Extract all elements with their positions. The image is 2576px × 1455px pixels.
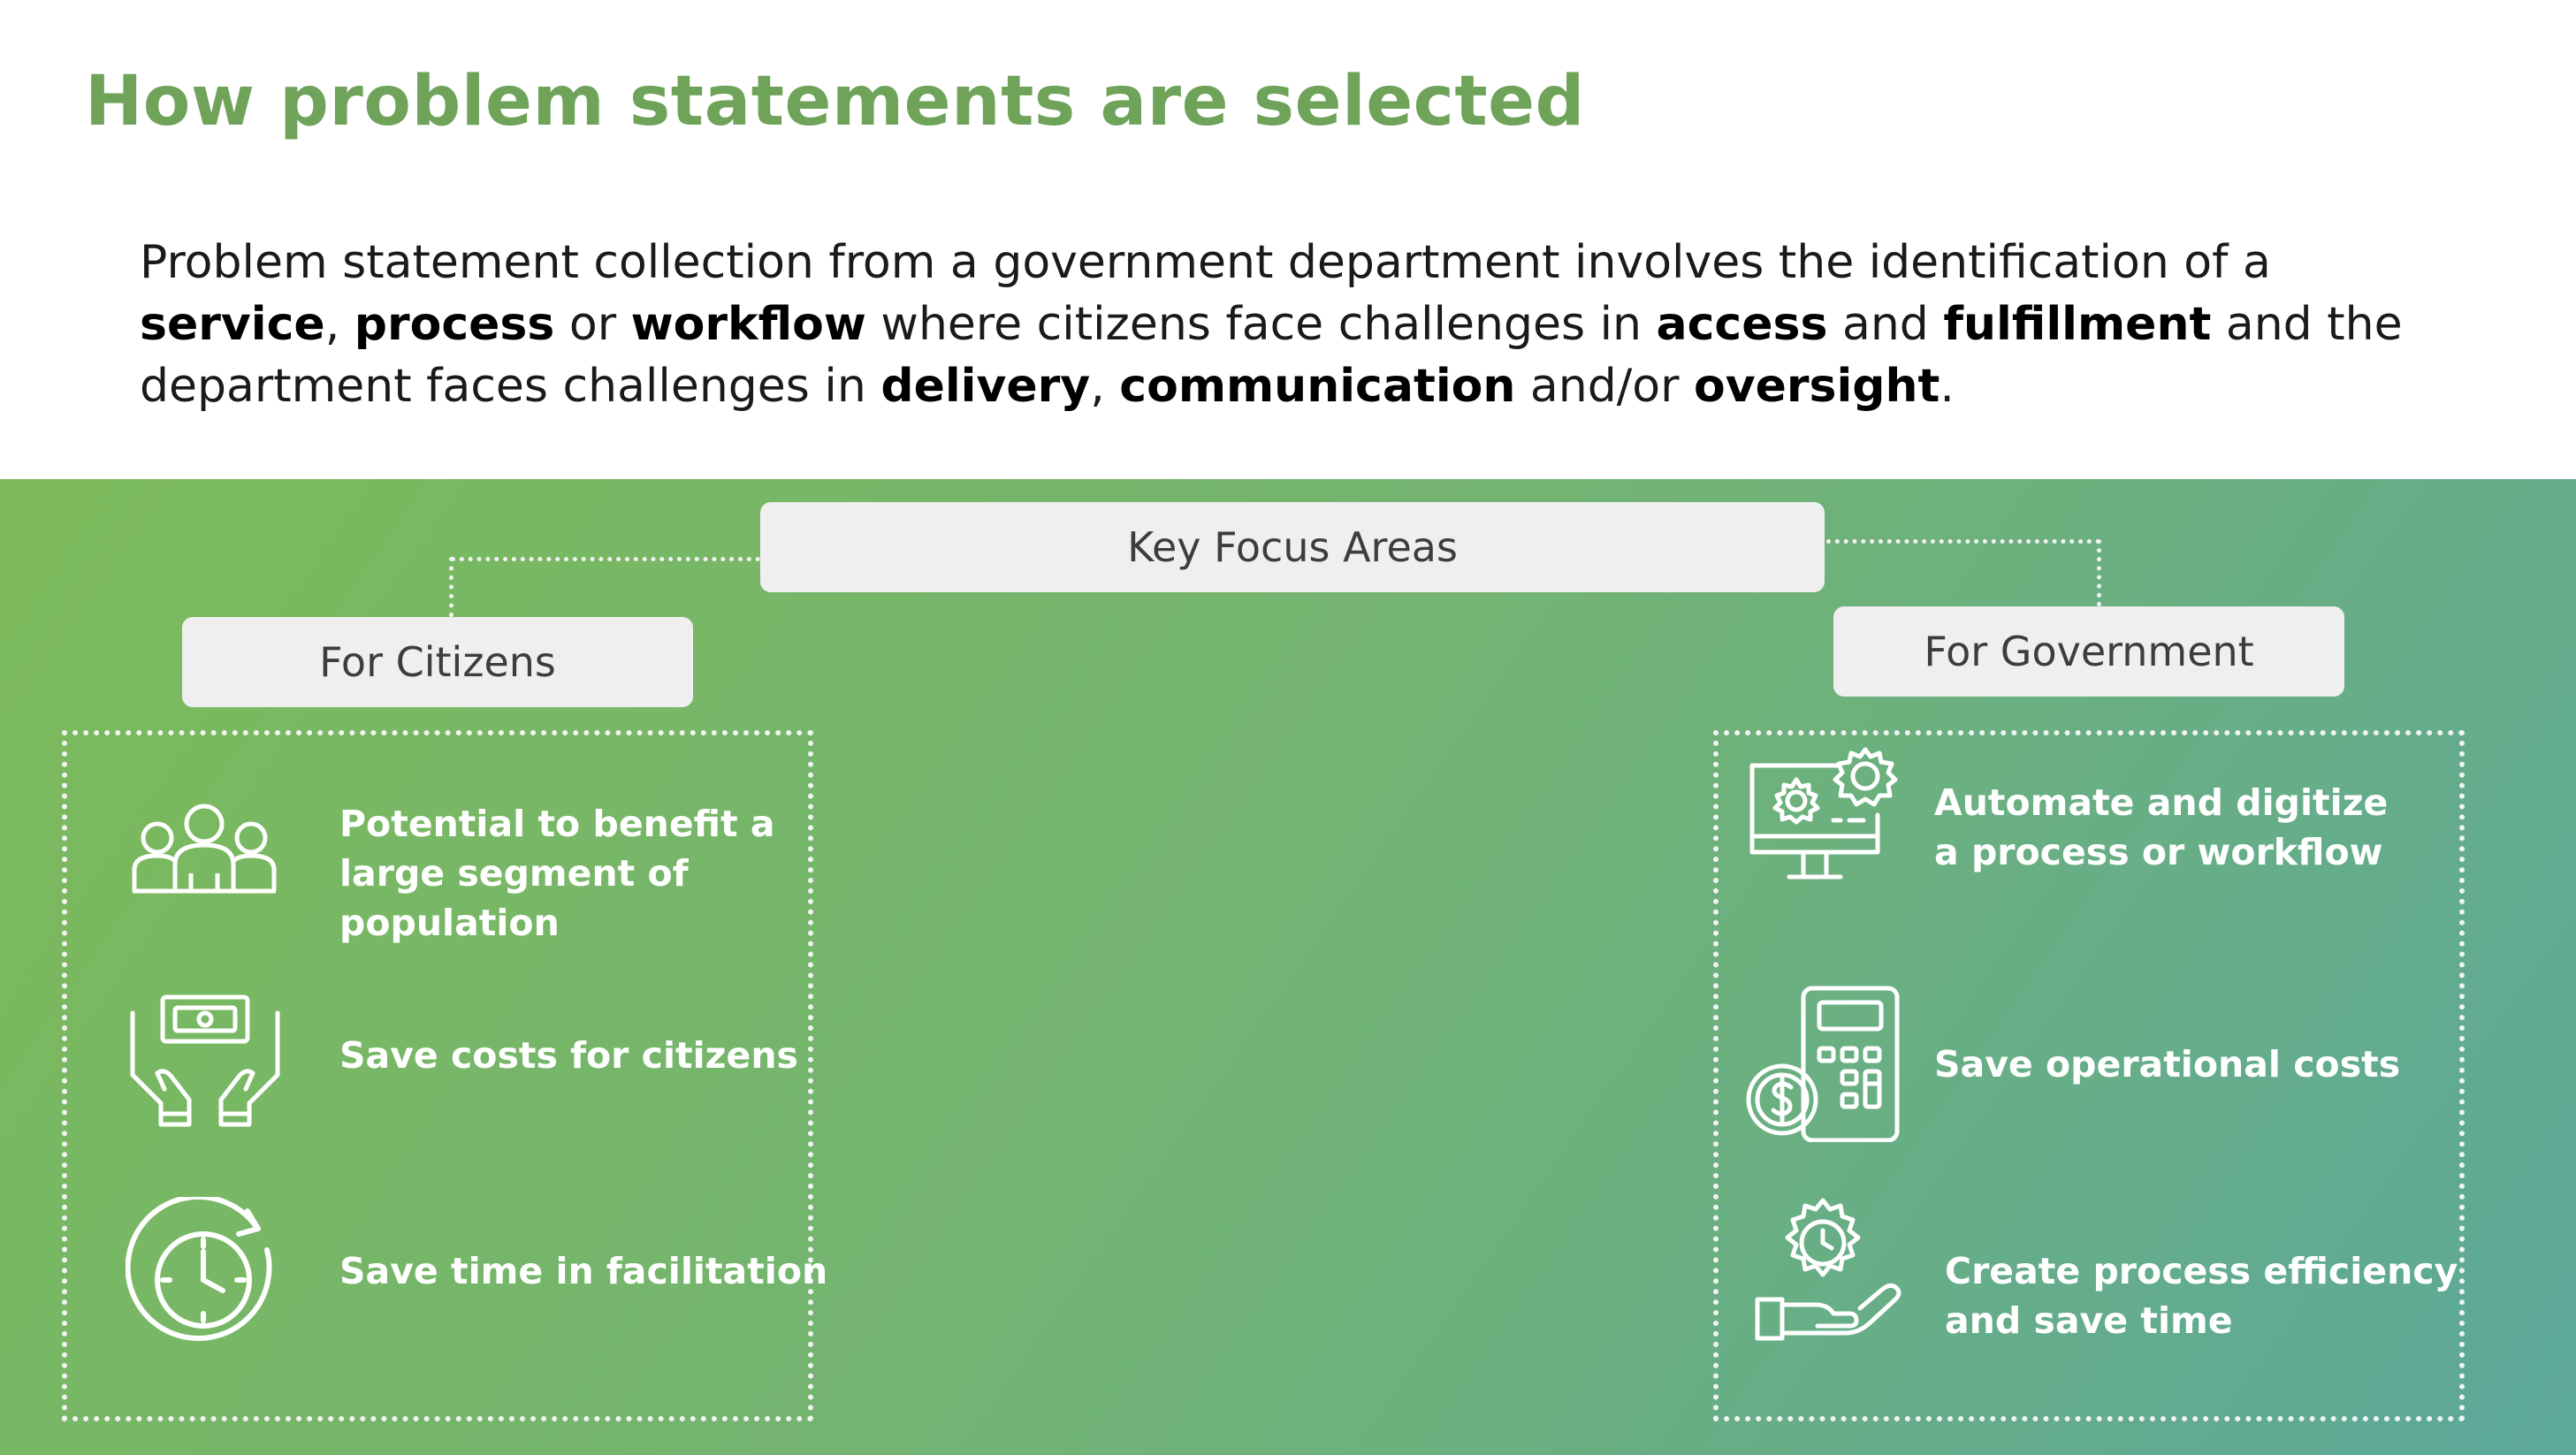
for-government-label: For Government <box>1924 628 2254 675</box>
government-item-1-text: Automate and digitize a process or workf… <box>1934 781 2389 873</box>
people-group-icon <box>129 803 279 900</box>
government-item-3-text: Create process efficiency and save time <box>1945 1250 2458 1342</box>
connector-left-horizontal <box>451 557 760 561</box>
connector-left-vertical <box>449 557 453 617</box>
for-citizens-pill: For Citizens <box>182 617 693 707</box>
page-title: How problem statements are selected <box>85 62 1585 141</box>
hands-money-icon <box>126 992 285 1133</box>
intro-paragraph: Problem statement collection from a gove… <box>140 236 2403 413</box>
key-focus-areas-label: Key Focus Areas <box>1127 523 1458 571</box>
citizens-item-1-text: Potential to benefit a large segment of … <box>339 803 775 944</box>
key-focus-areas-pill: Key Focus Areas <box>760 502 1825 592</box>
for-citizens-label: For Citizens <box>319 638 556 686</box>
citizens-item-2-text: Save costs for citizens <box>339 1034 798 1077</box>
for-government-pill: For Government <box>1833 606 2344 697</box>
hand-gear-clock-icon <box>1754 1195 1913 1345</box>
government-item-2-text: Save operational costs <box>1934 1043 2401 1086</box>
calculator-coin-icon <box>1745 983 1904 1142</box>
citizens-item-3-text: Save time in facilitation <box>339 1250 828 1292</box>
monitor-gears-icon <box>1745 744 1904 903</box>
connector-right-vertical <box>2097 539 2101 606</box>
clock-refresh-icon <box>126 1197 285 1356</box>
connector-right-horizontal <box>1826 539 2100 544</box>
